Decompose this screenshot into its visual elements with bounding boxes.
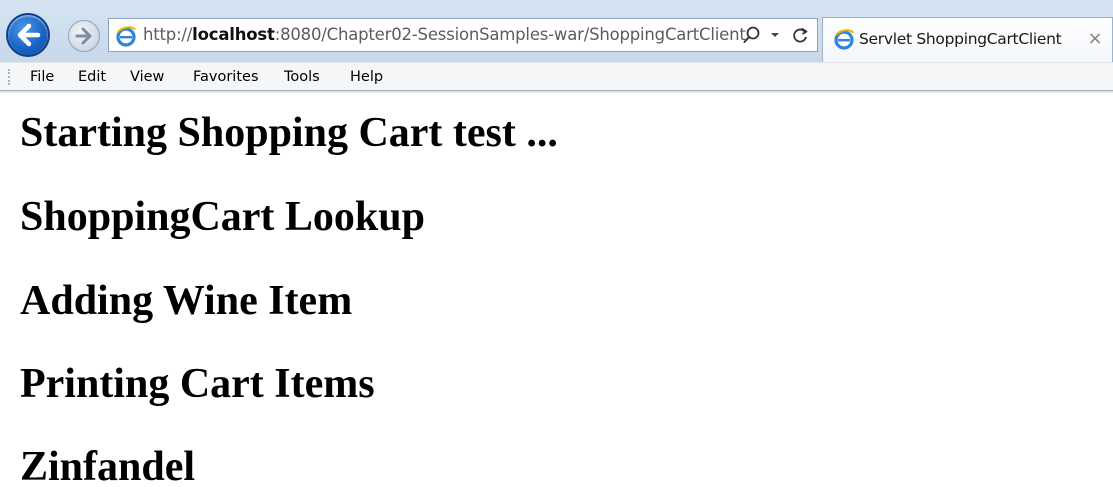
tab-servlet-shoppingcartclient[interactable]: Servlet ShoppingCartClient × [822,17,1113,62]
tab-title: Servlet ShoppingCartClient [859,30,1062,48]
page-content: Starting Shopping Cart test ... Shopping… [0,93,1113,487]
menu-grip[interactable] [8,69,12,85]
url-host: localhost [192,25,275,44]
forward-arrow-icon [75,27,92,45]
menu-item-help[interactable]: Help [346,66,387,88]
forward-button[interactable] [68,20,100,52]
menu-item-view[interactable]: View [126,66,168,88]
heading-cart-lookup: ShoppingCart Lookup [20,194,426,240]
heading-starting-test: Starting Shopping Cart test ... [20,110,558,156]
url-prefix: http:// [143,25,193,44]
heading-item-zinfandel: Zinfandel [20,444,196,487]
refresh-icon[interactable] [789,24,811,46]
heading-printing-items: Printing Cart Items [20,361,375,407]
address-bar[interactable]: http://localhost:8080/Chapter02-SessionS… [108,18,818,52]
internet-explorer-icon [834,29,854,50]
back-arrow-icon [17,23,41,47]
menu-item-favorites[interactable]: Favorites [189,66,263,88]
browser-chrome: http://localhost:8080/Chapter02-SessionS… [0,0,1113,93]
internet-explorer-icon [116,26,136,47]
menu-bar: File Edit View Favorites Tools Help [0,62,1113,91]
close-icon[interactable]: × [1085,28,1105,50]
menu-item-tools[interactable]: Tools [280,66,324,88]
search-icon[interactable] [741,24,763,46]
url-path: :8080/Chapter02-SessionSamples-war/Shopp… [274,25,746,44]
back-button[interactable] [6,13,50,57]
chevron-down-icon[interactable] [768,24,782,46]
menu-item-file[interactable]: File [26,66,58,88]
navigation-bar: http://localhost:8080/Chapter02-SessionS… [0,0,1113,62]
menu-item-edit[interactable]: Edit [74,66,110,88]
url-text[interactable]: http://localhost:8080/Chapter02-SessionS… [143,23,746,47]
heading-adding-item: Adding Wine Item [20,278,353,324]
